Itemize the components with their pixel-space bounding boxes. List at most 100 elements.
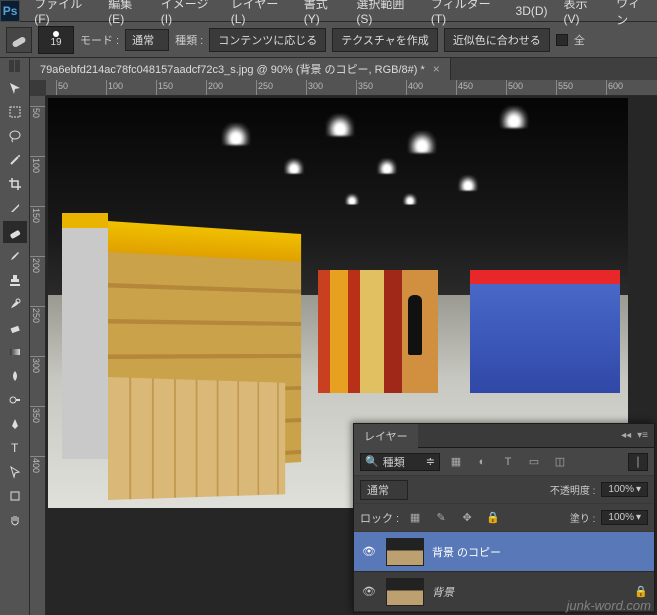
document-tab[interactable]: 79a6ebfd214ac78fc048157aadcf72c3_s.jpg @… <box>30 58 451 80</box>
chevron-down-icon: ≑ <box>426 455 435 468</box>
fill-value[interactable]: 100%▾ <box>601 510 648 525</box>
menu-image[interactable]: イメージ(I) <box>153 0 223 26</box>
panel-tab-layers[interactable]: レイヤー <box>354 424 418 448</box>
search-icon: 🔍 <box>365 455 379 468</box>
path-select-tool[interactable] <box>3 461 27 483</box>
main-area: T 79a6ebfd214ac78fc048157aadcf72c3_s.jpg… <box>0 58 657 615</box>
pen-tool[interactable] <box>3 413 27 435</box>
photo-lamp <box>408 131 436 153</box>
magic-wand-tool[interactable] <box>3 149 27 171</box>
filter-adjust-icon[interactable]: ◐ <box>472 453 492 471</box>
filter-pixel-icon[interactable]: ▦ <box>446 453 466 471</box>
filter-text-icon[interactable]: T <box>498 453 518 471</box>
hand-tool[interactable] <box>3 509 27 531</box>
toolbox-grip[interactable] <box>9 60 21 74</box>
photo-person <box>408 295 422 355</box>
blend-opacity-row: 通常 不透明度 : 100%▾ <box>354 476 654 504</box>
stamp-tool[interactable] <box>3 269 27 291</box>
canvas-area[interactable]: レイヤー ◂◂ ▾≡ 🔍 種類 ≑ ▦ ◐ <box>46 96 657 615</box>
photo-lamp <box>500 106 528 128</box>
eyedropper-tool[interactable] <box>3 197 27 219</box>
blur-tool[interactable] <box>3 365 27 387</box>
photo-lamp <box>403 194 417 205</box>
shape-tool[interactable] <box>3 485 27 507</box>
chevron-down-icon: ▾ <box>636 484 641 495</box>
visibility-toggle[interactable]: 👁 <box>360 545 378 558</box>
content-aware-button[interactable]: コンテンツに応じる <box>209 28 326 52</box>
filter-shape-icon[interactable]: ▭ <box>524 453 544 471</box>
text-tool[interactable]: T <box>3 437 27 459</box>
brush-preset-picker[interactable]: 19 <box>38 26 74 54</box>
visibility-toggle[interactable]: 👁 <box>360 585 378 598</box>
fill-label: 塗り : <box>570 510 596 525</box>
menu-select[interactable]: 選択範囲(S) <box>348 0 423 26</box>
marquee-tool[interactable] <box>3 101 27 123</box>
brush-tool[interactable] <box>3 245 27 267</box>
ruler-horizontal[interactable]: 50100150200250300350400450500550600 <box>46 80 657 96</box>
menu-3d[interactable]: 3D(D) <box>508 4 556 18</box>
lock-all-icon[interactable]: 🔒 <box>483 509 503 527</box>
lock-icon: 🔒 <box>634 585 648 598</box>
panel-menu-icon[interactable]: ▾≡ <box>637 430 648 441</box>
close-icon[interactable]: × <box>433 62 440 76</box>
menu-type[interactable]: 書式(Y) <box>296 0 349 26</box>
photo-shelf-side <box>62 213 108 459</box>
proximity-match-button[interactable]: 近似色に合わせる <box>444 28 550 52</box>
photo-counter <box>470 270 620 393</box>
menu-view[interactable]: 表示(V) <box>556 0 609 26</box>
toolbox: T <box>0 58 30 615</box>
layer-filter-label: 種類 <box>383 454 405 470</box>
sample-all-checkbox[interactable] <box>556 34 568 46</box>
photo-lamp <box>377 159 397 174</box>
layer-filter-row: 🔍 種類 ≑ ▦ ◐ T ▭ ◫ ❘ <box>354 448 654 476</box>
panel-collapse-icon[interactable]: ◂◂ <box>621 430 631 441</box>
layer-name[interactable]: 背景 <box>432 584 454 600</box>
move-tool[interactable] <box>3 77 27 99</box>
menu-window[interactable]: ウィン <box>608 0 657 28</box>
photo-lamp <box>222 123 250 145</box>
lock-image-icon[interactable]: ✎ <box>431 509 451 527</box>
photo-lamp <box>458 175 478 190</box>
filter-toggle[interactable]: ❘ <box>628 453 648 471</box>
menu-file[interactable]: ファイル(F) <box>26 0 100 26</box>
crop-tool[interactable] <box>3 173 27 195</box>
lock-transparency-icon[interactable]: ▦ <box>405 509 425 527</box>
photo-boxes <box>108 377 285 500</box>
photo-lamp <box>326 114 354 136</box>
canvas-wrap: 50100150200250300350400 <box>30 96 657 615</box>
layer-thumbnail[interactable] <box>386 538 424 566</box>
filter-smart-icon[interactable]: ◫ <box>550 453 570 471</box>
menu-edit[interactable]: 編集(E) <box>100 0 153 26</box>
history-brush-tool[interactable] <box>3 293 27 315</box>
mode-dropdown[interactable]: 通常 <box>125 29 169 51</box>
blend-mode-dropdown[interactable]: 通常 <box>360 480 408 500</box>
ruler-vertical[interactable]: 50100150200250300350400 <box>30 96 46 615</box>
document-tab-title: 79a6ebfd214ac78fc048157aadcf72c3_s.jpg @… <box>40 61 425 77</box>
menu-filter[interactable]: フィルター(T) <box>423 0 508 26</box>
type-label: 種類 : <box>175 32 203 48</box>
work-area: 79a6ebfd214ac78fc048157aadcf72c3_s.jpg @… <box>30 58 657 615</box>
panel-tab-bar: レイヤー ◂◂ ▾≡ <box>354 424 654 448</box>
layer-row[interactable]: 👁 背景 のコピー <box>354 532 654 572</box>
options-bar: 19 モード : 通常 種類 : コンテンツに応じる テクスチャを作成 近似色に… <box>0 22 657 58</box>
lock-fill-row: ロック : ▦ ✎ ✥ 🔒 塗り : 100%▾ <box>354 504 654 532</box>
layer-name[interactable]: 背景 のコピー <box>432 544 501 560</box>
dodge-tool[interactable] <box>3 389 27 411</box>
menu-layer[interactable]: レイヤー(L) <box>223 0 296 26</box>
app-logo: Ps <box>0 0 20 22</box>
layer-row[interactable]: 👁 背景 🔒 <box>354 572 654 612</box>
create-texture-button[interactable]: テクスチャを作成 <box>332 28 438 52</box>
current-tool-icon[interactable] <box>6 27 32 53</box>
gradient-tool[interactable] <box>3 341 27 363</box>
layer-thumbnail[interactable] <box>386 578 424 606</box>
eraser-tool[interactable] <box>3 317 27 339</box>
photo-lamp <box>345 194 359 205</box>
healing-brush-tool[interactable] <box>3 221 27 243</box>
opacity-value[interactable]: 100%▾ <box>601 482 648 497</box>
lasso-tool[interactable] <box>3 125 27 147</box>
brush-size-value: 19 <box>50 37 61 48</box>
svg-text:T: T <box>11 441 19 455</box>
mode-label: モード : <box>80 32 119 48</box>
lock-position-icon[interactable]: ✥ <box>457 509 477 527</box>
layer-filter-type[interactable]: 🔍 種類 ≑ <box>360 453 440 471</box>
